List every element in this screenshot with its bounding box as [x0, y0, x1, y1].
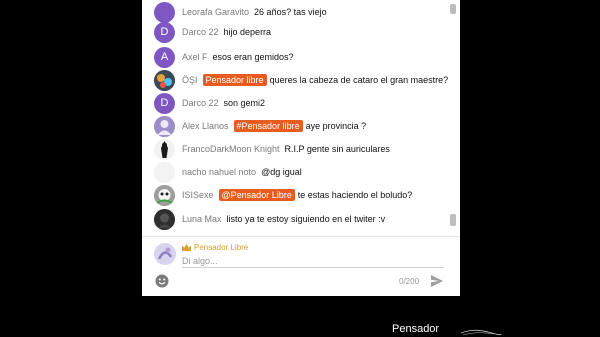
- message-text: 26 años? tas viejo: [254, 7, 327, 17]
- message-author[interactable]: Darco 22: [182, 98, 219, 108]
- avatar[interactable]: [154, 115, 175, 137]
- chat-message: nacho nahuel noto @dg igual: [154, 161, 302, 183]
- watermark-swoosh-icon: [460, 329, 502, 336]
- message-author[interactable]: ISISexe: [182, 190, 214, 200]
- message-author[interactable]: ÖŞI: [182, 75, 198, 85]
- chat-message: D Darco 22 son gemi2: [154, 92, 265, 114]
- watermark-text: Pensador: [392, 323, 440, 335]
- message-text: son gemi2: [223, 98, 266, 108]
- scrollbar-thumb[interactable]: [450, 214, 456, 226]
- default-avatar-icon: [154, 161, 175, 183]
- message-text: te estas haciendo el boludo?: [297, 190, 413, 200]
- message-text: esos eran gemidos?: [212, 52, 294, 62]
- chat-message: Alex Llanos #Pensador libre aye provinci…: [154, 115, 366, 137]
- send-icon[interactable]: [430, 274, 444, 288]
- message-author[interactable]: Axel F: [182, 52, 208, 62]
- chat-scrollbar[interactable]: [450, 0, 456, 236]
- chat-composer: Pensador Libre 0/200: [142, 236, 460, 296]
- message-text: @dg igual: [261, 167, 302, 177]
- message-author[interactable]: nacho nahuel noto: [182, 167, 256, 177]
- emoji-icon[interactable]: [155, 274, 169, 288]
- scrollbar-top-thumb[interactable]: [450, 4, 456, 14]
- message-text: listo ya te estoy siguiendo en el twiter…: [226, 214, 386, 224]
- avatar-image-icon: [154, 69, 175, 91]
- chat-message: Leorafa Garavito 26 años? tas viejo: [154, 1, 327, 23]
- avatar: [154, 243, 176, 265]
- chat-message: ÖŞI Pensador libre queres la cabeza de c…: [154, 69, 448, 91]
- message-text: aye provincia ?: [305, 121, 367, 131]
- message-author[interactable]: Leorafa Garavito: [182, 7, 249, 17]
- message-text: queres la cabeza de cataro el gran maest…: [269, 75, 449, 85]
- message-author[interactable]: Darco 22: [182, 27, 219, 37]
- mention-tag[interactable]: @Pensador Libre: [218, 189, 295, 201]
- composer-avatar-icon: [154, 243, 176, 265]
- avatar[interactable]: [154, 161, 175, 183]
- message-text: R.I.P gente sin auriculares: [284, 144, 390, 154]
- chat-message: ISISexe @Pensador Libre te estas haciend…: [154, 184, 412, 206]
- avatar[interactable]: D: [154, 21, 175, 43]
- cartoon-avatar-icon: [154, 184, 175, 206]
- composer-author: Pensador Libre: [182, 243, 248, 252]
- chat-message: FrancoDarkMoon Knight R.I.P gente sin au…: [154, 138, 390, 160]
- composer-author-name: Pensador Libre: [194, 243, 249, 252]
- chat-message-input[interactable]: [182, 254, 444, 268]
- avatar[interactable]: [154, 208, 175, 230]
- chat-message-list[interactable]: Leorafa Garavito 26 años? tas viejo D Da…: [142, 0, 460, 236]
- avatar[interactable]: [154, 138, 175, 160]
- message-author[interactable]: Alex Llanos: [182, 121, 229, 131]
- avatar[interactable]: A: [154, 46, 175, 68]
- message-author[interactable]: FrancoDarkMoon Knight: [182, 144, 280, 154]
- message-author[interactable]: Luna Max: [182, 214, 222, 224]
- avatar[interactable]: D: [154, 92, 175, 114]
- avatar[interactable]: [154, 1, 175, 23]
- live-chat-panel: Leorafa Garavito 26 años? tas viejo D Da…: [142, 0, 460, 296]
- message-text: hijo deperra: [223, 27, 272, 37]
- photo-avatar-icon: [154, 208, 175, 230]
- avatar[interactable]: [154, 69, 175, 91]
- mention-tag[interactable]: #Pensador libre: [233, 120, 303, 132]
- user-silhouette-icon: [154, 115, 175, 137]
- chat-message: D Darco 22 hijo deperra: [154, 21, 271, 43]
- chat-message: A Axel F esos eran gemidos?: [154, 46, 294, 68]
- avatar[interactable]: [154, 184, 175, 206]
- dark-figure-icon: [154, 138, 175, 160]
- crown-icon: [182, 244, 191, 251]
- chat-message: Luna Max listo ya te estoy siguiendo en …: [154, 208, 385, 230]
- mention-tag[interactable]: Pensador libre: [202, 74, 267, 86]
- character-counter: 0/200: [399, 277, 420, 286]
